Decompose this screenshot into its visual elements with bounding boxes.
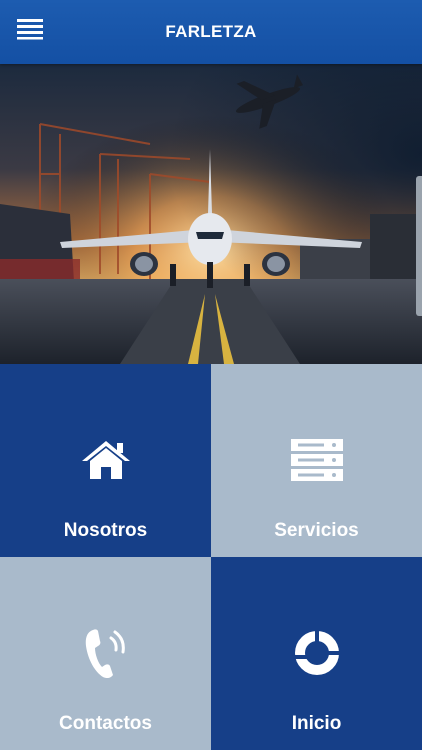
inicio-tile[interactable]: Inicio <box>211 557 422 750</box>
nosotros-tile[interactable]: Nosotros <box>0 364 211 557</box>
contactos-label: Contactos <box>59 713 152 734</box>
ring-logo-icon <box>292 629 341 675</box>
inicio-label: Inicio <box>291 713 342 734</box>
hero-banner-image <box>0 64 422 364</box>
home-icon <box>81 441 130 479</box>
app-bar: FARLETZA <box>0 0 422 64</box>
contactos-tile[interactable]: Contactos <box>0 557 211 750</box>
app-title: FARLETZA <box>165 22 257 41</box>
server-list-icon <box>290 439 343 481</box>
menu-button[interactable] <box>10 12 50 46</box>
scroll-handle[interactable] <box>416 176 422 316</box>
servicios-tile[interactable]: Servicios <box>211 364 422 557</box>
nosotros-label: Nosotros <box>63 520 148 541</box>
phone-ringing-icon <box>85 629 125 679</box>
hamburger-menu-icon <box>17 19 43 40</box>
servicios-label: Servicios <box>274 520 359 541</box>
airplane-runway-illustration <box>0 64 422 364</box>
